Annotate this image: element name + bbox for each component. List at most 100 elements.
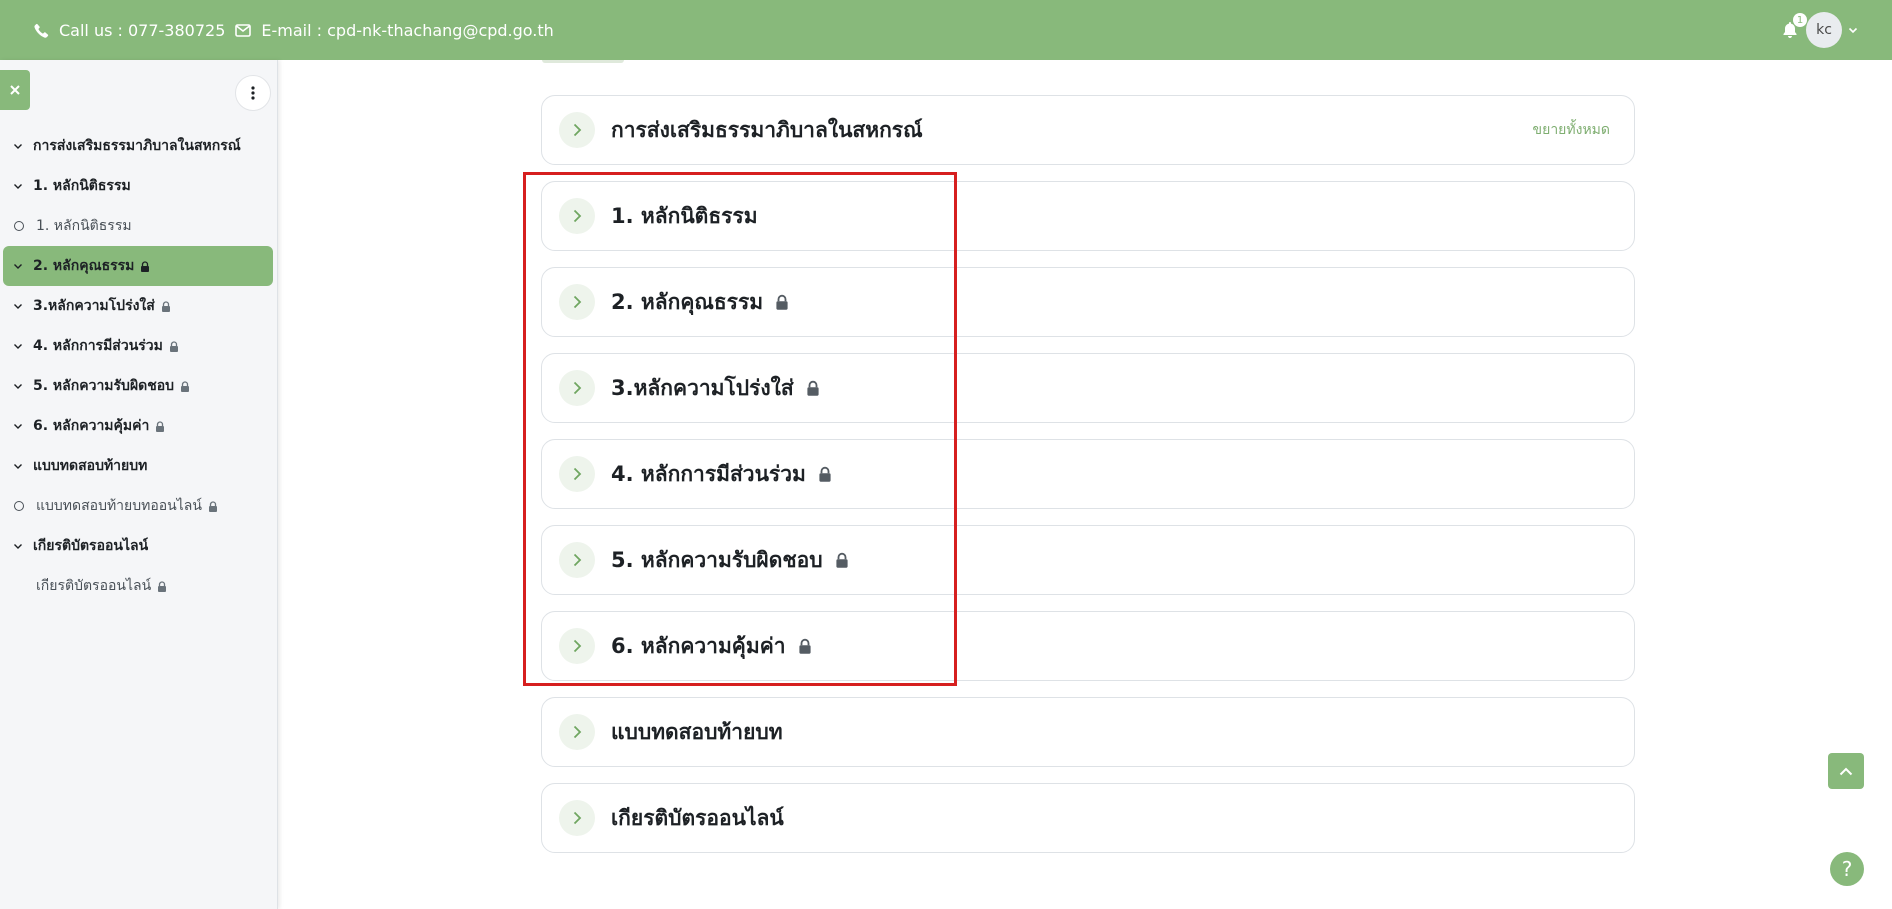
- course-index-menu-button[interactable]: [235, 75, 271, 111]
- section-title[interactable]: 3.หลักความโปร่งใส่: [611, 372, 820, 405]
- chevron-up-icon: [1839, 767, 1853, 775]
- section-title[interactable]: การส่งเสริมธรรมาภิบาลในสหกรณ์: [611, 114, 923, 147]
- help-button[interactable]: ?: [1830, 852, 1864, 886]
- chevron-down-icon[interactable]: [13, 301, 27, 311]
- course-section-3[interactable]: 3.หลักความโปร่งใส่: [541, 353, 1635, 423]
- index-section-quiz[interactable]: แบบทดสอบท้ายบท: [0, 446, 278, 486]
- envelope-icon: [235, 23, 252, 37]
- user-avatar[interactable]: kc: [1806, 12, 1842, 48]
- chevron-down-icon[interactable]: [13, 181, 27, 191]
- index-activity-quiz[interactable]: แบบทดสอบท้ายบทออนไลน์: [0, 486, 278, 526]
- index-section-label: 6. หลักความคุ้มค่า: [33, 418, 150, 434]
- course-index-list: การส่งเสริมธรรมาภิบาลในสหกรณ์ 1. หลักนิต…: [0, 126, 278, 606]
- course-section-4[interactable]: 4. หลักการมีส่วนร่วม: [541, 439, 1635, 509]
- close-drawer-button[interactable]: [0, 70, 30, 110]
- chevron-down-icon[interactable]: [13, 541, 27, 551]
- kebab-menu-icon: [251, 86, 255, 100]
- index-activity-certificate[interactable]: เกียรติบัตรออนไลน์: [0, 566, 278, 606]
- index-section-label: 2. หลักคุณธรรม: [33, 258, 135, 274]
- section-title-text: การส่งเสริมธรรมาภิบาลในสหกรณ์: [611, 117, 923, 142]
- index-section-4[interactable]: 4. หลักการมีส่วนร่วม: [0, 326, 278, 366]
- lock-icon: [208, 500, 218, 512]
- course-section-6[interactable]: 6. หลักความคุ้มค่า: [541, 611, 1635, 681]
- section-title[interactable]: 1. หลักนิติธรรม: [611, 200, 758, 233]
- notification-count: 1: [1793, 13, 1807, 27]
- section-title[interactable]: เกียรติบัตรออนไลน์: [611, 802, 784, 835]
- chevron-down-icon[interactable]: [13, 141, 27, 151]
- completion-circle-icon: [14, 221, 24, 231]
- course-section-intro[interactable]: การส่งเสริมธรรมาภิบาลในสหกรณ์ ขยายทั้งหม…: [541, 95, 1635, 165]
- index-activity-label: 1. หลักนิติธรรม: [36, 218, 132, 234]
- index-activity-label: เกียรติบัตรออนไลน์: [36, 578, 152, 594]
- back-to-top-button[interactable]: [1828, 753, 1864, 789]
- lock-icon: [155, 420, 165, 432]
- section-toggle[interactable]: [559, 542, 595, 578]
- top-navbar: Call us : 077-380725 E-mail : cpd-nk-tha…: [0, 0, 1892, 60]
- index-section-certificate[interactable]: เกียรติบัตรออนไลน์: [0, 526, 278, 566]
- course-section-quiz[interactable]: แบบทดสอบท้ายบท: [541, 697, 1635, 767]
- phone-text: Call us : 077-380725: [59, 20, 226, 40]
- course-sections: การส่งเสริมธรรมาภิบาลในสหกรณ์ ขยายทั้งหม…: [541, 95, 1635, 869]
- index-section-label: 4. หลักการมีส่วนร่วม: [33, 338, 163, 354]
- chevron-right-icon: [573, 553, 581, 567]
- chevron-down-icon[interactable]: [13, 381, 27, 391]
- email-contact[interactable]: E-mail : cpd-nk-thachang@cpd.go.th: [235, 20, 554, 40]
- section-toggle[interactable]: [559, 112, 595, 148]
- close-icon: [10, 85, 20, 95]
- chevron-right-icon: [573, 209, 581, 223]
- section-title[interactable]: แบบทดสอบท้ายบท: [611, 716, 783, 749]
- section-toggle[interactable]: [559, 370, 595, 406]
- index-section-label: การส่งเสริมธรรมาภิบาลในสหกรณ์: [33, 138, 241, 154]
- chevron-down-icon[interactable]: [13, 341, 27, 351]
- chevron-right-icon: [573, 123, 581, 137]
- index-section-3[interactable]: 3.หลักความโปร่งใส่: [0, 286, 278, 326]
- section-title-text: 4. หลักการมีส่วนร่วม: [611, 461, 806, 486]
- email-text: E-mail : cpd-nk-thachang@cpd.go.th: [261, 20, 554, 40]
- section-title[interactable]: 6. หลักความคุ้มค่า: [611, 630, 812, 663]
- lock-icon: [806, 380, 820, 396]
- index-section-label: 3.หลักความโปร่งใส่: [33, 298, 155, 314]
- course-section-5[interactable]: 5. หลักความรับผิดชอบ: [541, 525, 1635, 595]
- chevron-down-icon[interactable]: [13, 261, 27, 271]
- section-title-text: เกียรติบัตรออนไลน์: [611, 805, 784, 830]
- notification-bell[interactable]: 1: [1782, 13, 1807, 39]
- index-section-label: 5. หลักความรับผิดชอบ: [33, 378, 175, 394]
- chevron-right-icon: [573, 295, 581, 309]
- chevron-down-icon[interactable]: [13, 461, 27, 471]
- section-toggle[interactable]: [559, 456, 595, 492]
- section-toggle[interactable]: [559, 198, 595, 234]
- section-toggle[interactable]: [559, 628, 595, 664]
- chevron-down-icon[interactable]: [1848, 25, 1858, 35]
- lock-icon: [180, 380, 190, 392]
- course-section-1[interactable]: 1. หลักนิติธรรม: [541, 181, 1635, 251]
- index-section-5[interactable]: 5. หลักความรับผิดชอบ: [0, 366, 278, 406]
- section-title[interactable]: 5. หลักความรับผิดชอบ: [611, 544, 849, 577]
- section-toggle[interactable]: [559, 284, 595, 320]
- index-section-1[interactable]: 1. หลักนิติธรรม: [0, 166, 278, 206]
- index-activity-1[interactable]: 1. หลักนิติธรรม: [0, 206, 278, 246]
- section-toggle[interactable]: [559, 800, 595, 836]
- section-title-text: 6. หลักความคุ้มค่า: [611, 633, 786, 658]
- index-section-2[interactable]: 2. หลักคุณธรรม: [3, 246, 273, 286]
- expand-all-link[interactable]: ขยายทั้งหมด: [1533, 119, 1610, 141]
- index-section-intro[interactable]: การส่งเสริมธรรมาภิบาลในสหกรณ์: [0, 126, 278, 166]
- lock-icon: [775, 294, 789, 310]
- chevron-right-icon: [573, 811, 581, 825]
- lock-icon: [157, 580, 167, 592]
- completion-circle-icon: [14, 501, 24, 511]
- chevron-right-icon: [573, 381, 581, 395]
- course-section-2[interactable]: 2. หลักคุณธรรม: [541, 267, 1635, 337]
- phone-icon: [34, 23, 49, 38]
- index-section-label: เกียรติบัตรออนไลน์: [33, 538, 149, 554]
- chevron-down-icon[interactable]: [13, 421, 27, 431]
- phone-contact[interactable]: Call us : 077-380725: [34, 21, 225, 40]
- index-section-label: แบบทดสอบท้ายบท: [33, 458, 148, 474]
- course-section-certificate[interactable]: เกียรติบัตรออนไลน์: [541, 783, 1635, 853]
- section-title[interactable]: 4. หลักการมีส่วนร่วม: [611, 458, 832, 491]
- index-section-6[interactable]: 6. หลักความคุ้มค่า: [0, 406, 278, 446]
- chevron-right-icon: [573, 725, 581, 739]
- lock-icon: [835, 552, 849, 568]
- index-activity-label: แบบทดสอบท้ายบทออนไลน์: [36, 498, 202, 514]
- section-title[interactable]: 2. หลักคุณธรรม: [611, 286, 789, 319]
- section-toggle[interactable]: [559, 714, 595, 750]
